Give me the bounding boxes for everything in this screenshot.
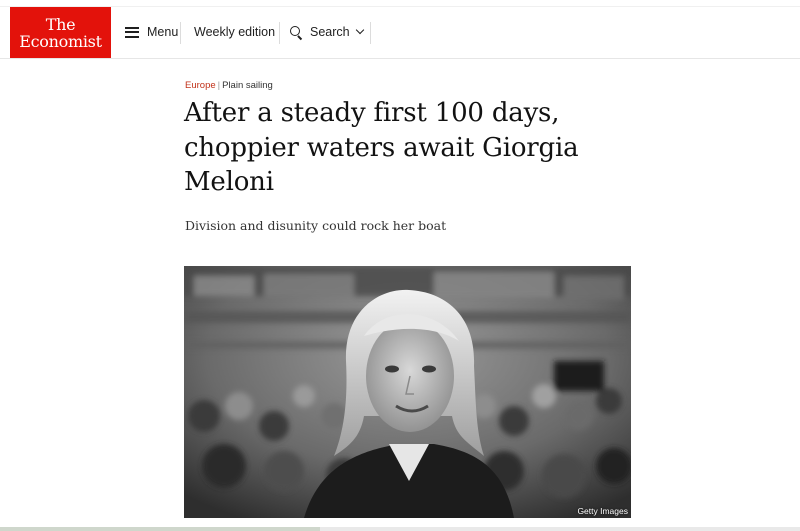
economist-logo[interactable]: The Economist xyxy=(10,7,111,58)
top-bar xyxy=(0,0,800,7)
menu-button[interactable]: Menu xyxy=(125,20,178,44)
menu-label: Menu xyxy=(147,25,179,39)
search-button[interactable]: Search xyxy=(290,20,364,44)
article-subheadline: Division and disunity could rock her boa… xyxy=(185,218,447,233)
article-kicker: Europe | Plain sailing xyxy=(185,80,273,91)
article-headline: After a steady first 100 days, choppier … xyxy=(184,98,579,197)
hamburger-icon xyxy=(125,26,139,38)
search-icon xyxy=(290,25,303,40)
hero-image: Getty Images xyxy=(184,266,631,518)
weekly-edition-label: Weekly edition xyxy=(194,25,276,39)
logo-line-the: The xyxy=(45,14,76,34)
section-link[interactable]: Europe xyxy=(185,80,216,91)
kicker-separator: | xyxy=(217,80,221,91)
chevron-down-icon xyxy=(355,25,364,35)
bottom-strip xyxy=(0,527,800,531)
nav-divider xyxy=(279,22,280,44)
image-credit: Getty Images xyxy=(577,506,628,516)
logo-line-economist: Economist xyxy=(19,31,102,51)
flytitle: Plain sailing xyxy=(222,80,273,91)
weekly-edition-link[interactable]: Weekly edition xyxy=(194,20,275,44)
search-label: Search xyxy=(310,25,350,39)
nav-divider xyxy=(180,22,181,44)
masthead: The Economist Menu Weekly edition Search xyxy=(0,7,800,59)
portrait-photo xyxy=(184,266,631,518)
nav-divider xyxy=(370,22,371,44)
